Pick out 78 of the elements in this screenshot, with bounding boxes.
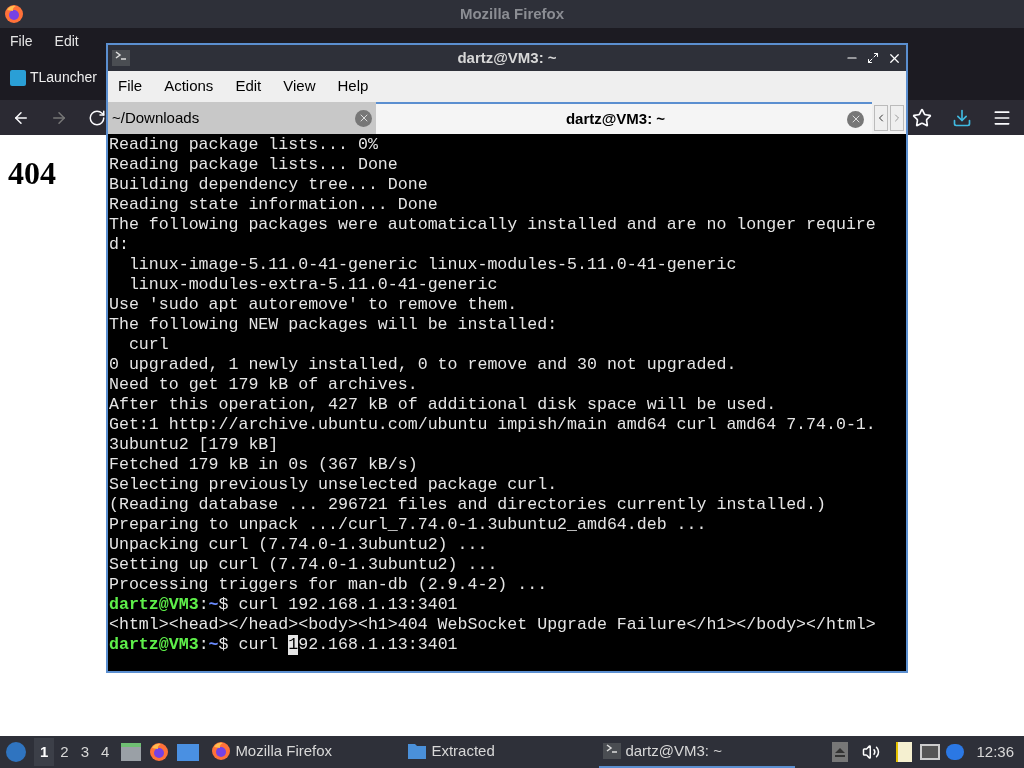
- terminal-output-line: Need to get 179 kB of archives.: [109, 375, 419, 395]
- terminal-output-line: (Reading database ... 296721 files and directories currently installed.): [109, 495, 827, 515]
- terminal-output-line: After this operation, 427 kB of additional disk space will be used.: [109, 395, 778, 415]
- maximize-icon[interactable]: [867, 52, 879, 64]
- terminal-output-line: Reading state information... Done: [109, 195, 439, 215]
- menu-item[interactable]: Help: [337, 75, 369, 98]
- folder-icon: [407, 742, 428, 760]
- terminal-output-line: Building dependency tree... Done: [109, 175, 429, 195]
- workspace-button[interactable]: 4: [95, 737, 116, 767]
- terminal-icon: [112, 50, 130, 66]
- menu-item[interactable]: View: [283, 75, 316, 98]
- command-text: curl: [238, 635, 280, 655]
- terminal-output-line: Preparing to unpack .../curl_7.74.0-1.3ubuntu2_amd64.deb ...: [109, 515, 708, 535]
- terminal-output-line: Processing triggers for man-db (2.9.4-2) ...: [109, 575, 549, 595]
- terminal-tab[interactable]: dartz@VM3: ~: [376, 102, 872, 134]
- command-text: 92.168.1.13:3401: [298, 635, 458, 655]
- file-cabinet-icon[interactable]: [121, 743, 142, 761]
- workspace-button[interactable]: 3: [74, 737, 96, 767]
- prompt-separator: :: [198, 635, 209, 655]
- scroll-left-icon[interactable]: [874, 105, 888, 131]
- terminal-output-line: Selecting previously unselected package curl.: [109, 475, 559, 495]
- reload-icon[interactable]: [88, 108, 106, 127]
- menu-item[interactable]: File: [118, 75, 143, 98]
- command-text: curl 192.168.1.13:3401: [238, 595, 458, 615]
- browser-tab[interactable]: TLauncher: [10, 67, 97, 88]
- terminal-icon: [603, 743, 622, 759]
- prompt-symbol: $: [218, 595, 230, 615]
- terminal-output-line: Fetched 179 kB in 0s (367 kB/s): [109, 455, 419, 475]
- menu-item[interactable]: Edit: [54, 31, 79, 52]
- text-cursor: 1: [288, 635, 299, 655]
- window-title: dartz@VM3: ~: [456, 47, 558, 68]
- clock: 12:36: [976, 741, 1014, 762]
- terminal-tab[interactable]: ~/Downloads: [108, 102, 376, 134]
- terminal-output-line: 3ubuntu2 [179 kB]: [109, 435, 280, 455]
- terminal-output-line: d:: [109, 235, 130, 255]
- firefox-icon: [211, 741, 232, 761]
- menu-item[interactable]: Edit: [235, 75, 262, 98]
- prompt-user: dartz@VM3: [109, 595, 199, 615]
- prompt-path: ~: [208, 635, 219, 655]
- terminal-output-line: Get:1 http://archive.ubuntu.com/ubuntu impish/main amd64 curl amd64 7.74.0-1.: [109, 415, 877, 435]
- taskbar-task[interactable]: dartz@VM3: ~: [599, 736, 796, 768]
- terminal-output-line: <html><head></head><body><h1>404 WebSocket Upgrade Failure</h1></body></html>: [109, 615, 877, 635]
- volume-icon[interactable]: [862, 743, 881, 761]
- close-tab-icon[interactable]: [847, 110, 864, 128]
- terminal-output-line: Unpacking curl (7.74.0-1.3ubuntu2) ...: [109, 535, 489, 555]
- terminal-output-line: Reading package lists... Done: [109, 155, 399, 175]
- terminal-output-line: linux-image-5.11.0-41-generic linux-modules-5.11.0-41-generic: [127, 255, 738, 275]
- taskbar-task[interactable]: Extracted: [403, 736, 600, 768]
- clipboard-icon[interactable]: [896, 742, 913, 762]
- menu-item[interactable]: Actions: [164, 75, 214, 98]
- terminal-output-line: curl: [127, 335, 170, 355]
- start-menu-icon[interactable]: [6, 742, 26, 762]
- menu-item[interactable]: File: [10, 31, 33, 52]
- close-tab-icon[interactable]: [355, 109, 372, 127]
- firefox-icon: [149, 742, 170, 762]
- workspace-button[interactable]: 1: [34, 737, 55, 767]
- prompt-separator: :: [198, 595, 209, 615]
- terminal-output-line: The following packages were automatically installed and are no longer require: [109, 215, 877, 235]
- page-heading: 404: [8, 155, 56, 191]
- terminal-output-line: The following NEW packages will be installed:: [109, 315, 559, 335]
- taskbar-task[interactable]: Mozilla Firefox: [207, 736, 404, 768]
- prompt-user: dartz@VM3: [109, 635, 199, 655]
- terminal-output-line: Setting up curl (7.74.0-1.3ubuntu2) ...: [109, 555, 499, 575]
- eject-icon[interactable]: [832, 742, 849, 762]
- download-icon[interactable]: [952, 107, 972, 128]
- browser-launcher[interactable]: [149, 742, 170, 762]
- terminal-output-line: Reading package lists... 0%: [109, 135, 379, 155]
- app-icon: [10, 69, 26, 86]
- terminal-output-line: 0 upgraded, 1 newly installed, 0 to remove and 30 not upgraded.: [109, 355, 738, 375]
- window-icon[interactable]: [177, 743, 200, 761]
- bookmark-star-icon[interactable]: [912, 107, 932, 128]
- prompt-symbol: $: [218, 635, 230, 655]
- workspace-button[interactable]: 2: [54, 737, 75, 767]
- terminal-output-line: Use 'sudo apt autoremove' to remove them.: [109, 295, 519, 315]
- window-title: Mozilla Firefox: [458, 3, 566, 24]
- prompt-path: ~: [208, 595, 219, 615]
- firefox-icon: [4, 4, 24, 24]
- terminal-output-line: linux-modules-extra-5.11.0-41-generic: [127, 275, 499, 295]
